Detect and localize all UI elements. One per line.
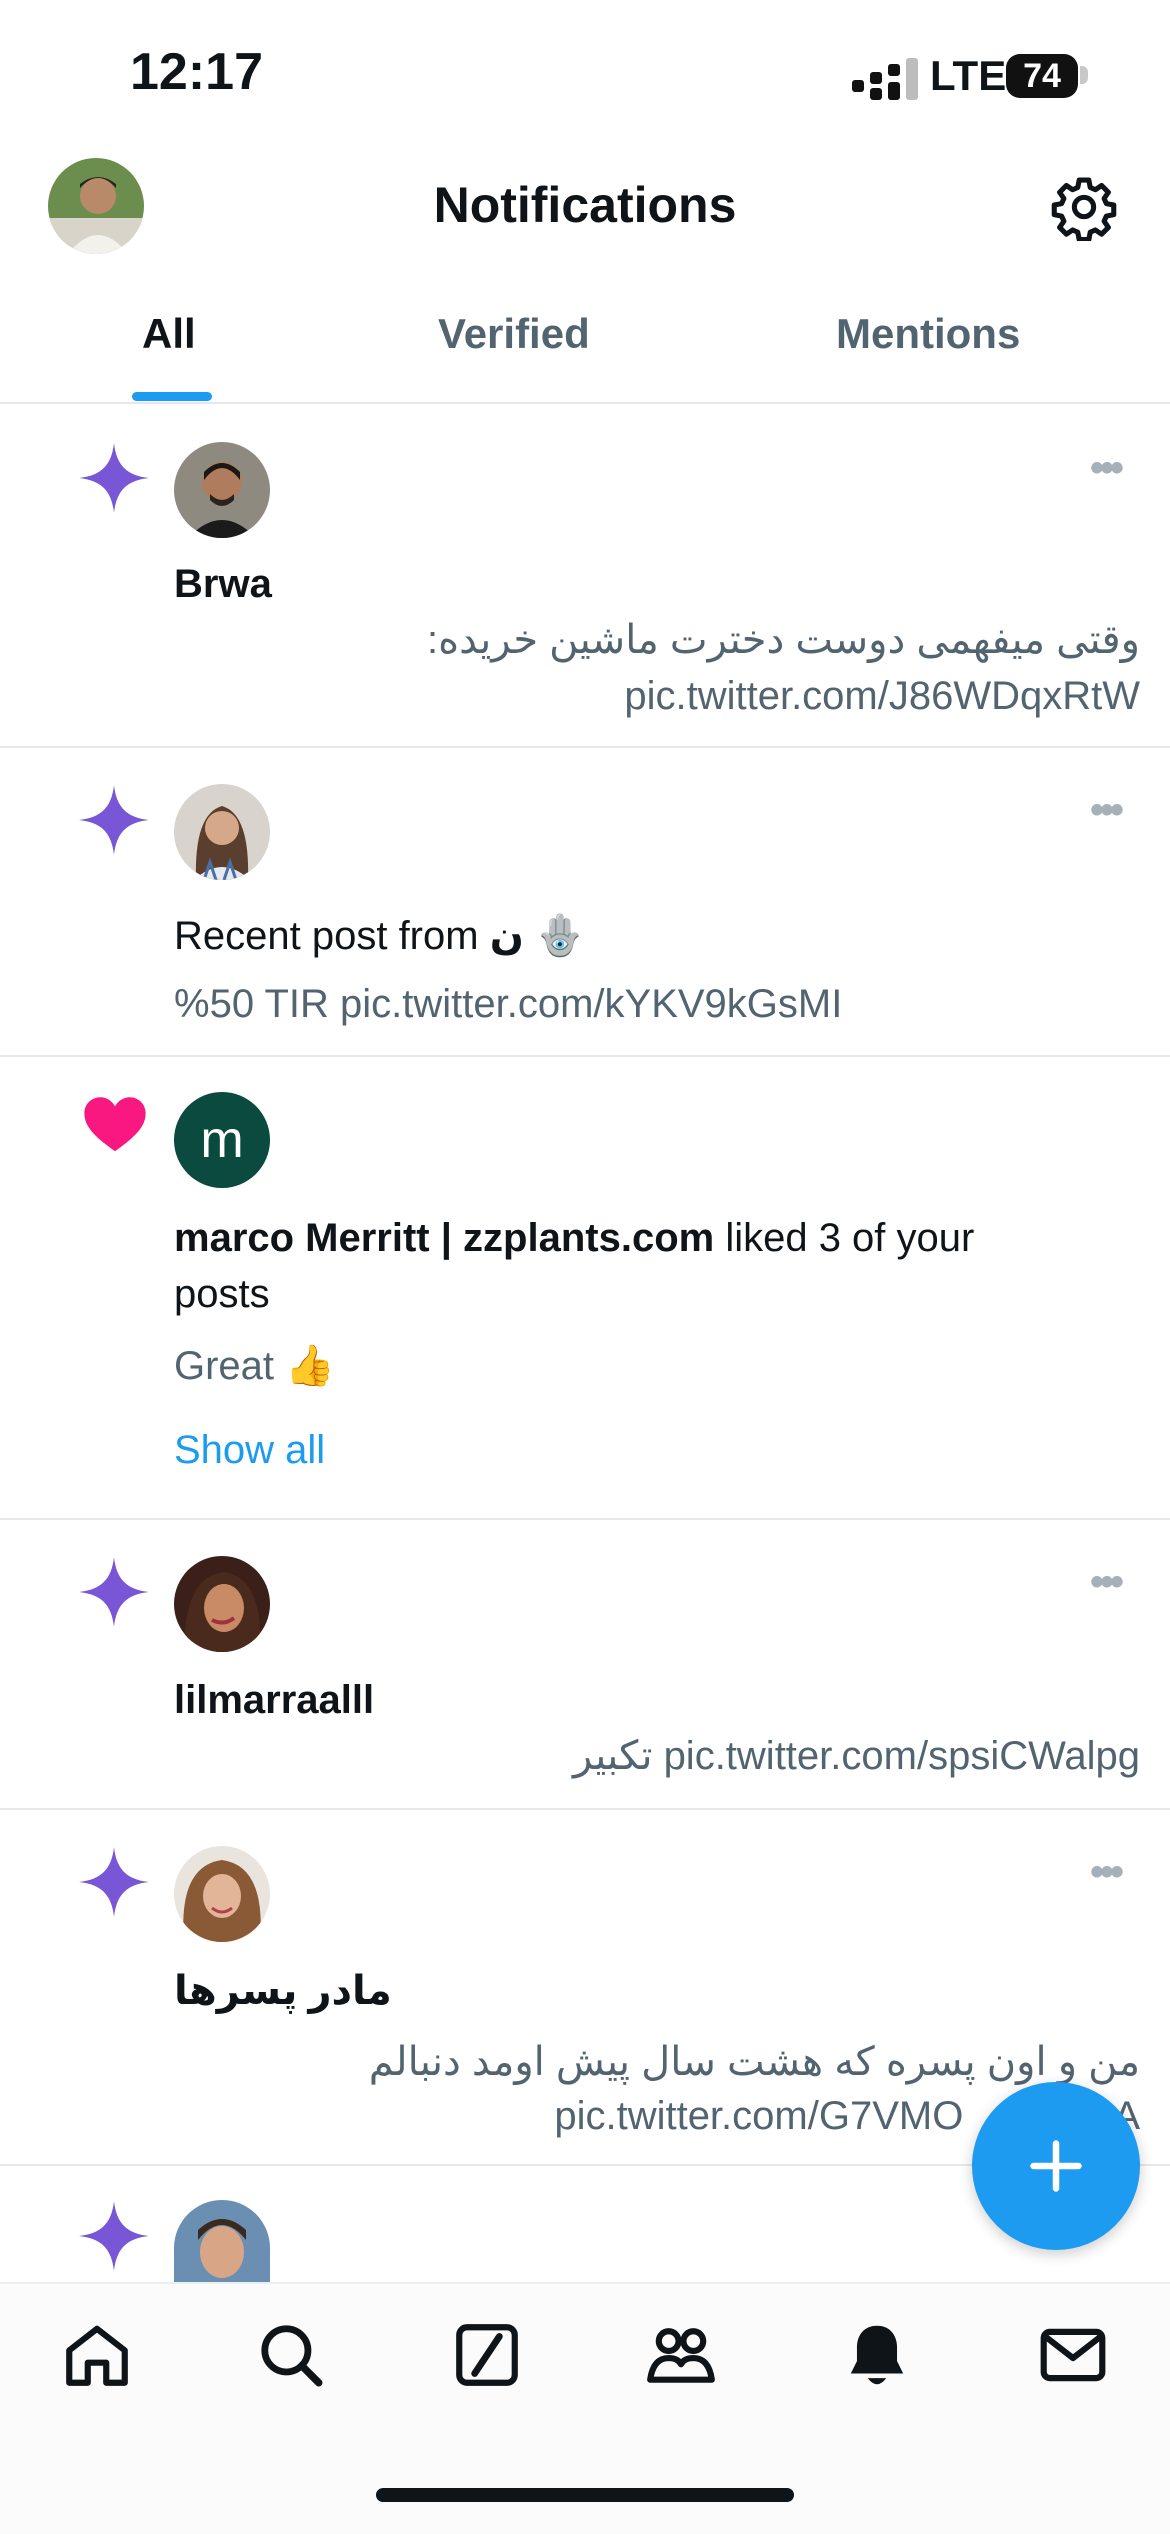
divider xyxy=(0,1055,1170,1057)
post-link[interactable]: pic.twitter.com/J86WDqxRtW xyxy=(240,668,1140,724)
active-tab-indicator xyxy=(132,392,212,401)
divider xyxy=(0,1518,1170,1520)
heart-icon xyxy=(84,1097,146,1152)
post-text[interactable]: pic.twitter.com/spsiCWalpg تکبیر xyxy=(240,1728,1140,1784)
sparkle-icon xyxy=(79,1847,149,1917)
battery-indicator: 74 xyxy=(1006,54,1078,98)
user-name[interactable]: Brwa xyxy=(174,562,272,607)
tab-mentions[interactable]: Mentions xyxy=(836,310,1020,358)
messages-icon[interactable] xyxy=(1036,2318,1110,2392)
settings-gear-icon[interactable] xyxy=(1050,173,1118,241)
user-name[interactable]: marco Merritt | zzplants.com xyxy=(174,1216,714,1260)
avatar[interactable] xyxy=(174,1846,270,1942)
post-text: وقتی میفهمی دوست دخترت ماشین خریده: xyxy=(427,618,1140,662)
avatar[interactable] xyxy=(174,2200,270,2282)
thumbs-up-emoji: 👍 xyxy=(285,1344,335,1388)
signal-icon xyxy=(852,58,918,100)
home-indicator xyxy=(376,2488,794,2502)
sparkle-icon xyxy=(79,785,149,855)
divider xyxy=(0,746,1170,748)
user-name[interactable]: ن xyxy=(490,914,524,958)
recent-post-prefix: Recent post from xyxy=(174,914,479,958)
like-summary: marco Merritt | zzplants.com liked 3 of … xyxy=(174,1210,1074,1322)
communities-icon[interactable] xyxy=(644,2318,718,2392)
more-options-icon[interactable]: ••• xyxy=(1090,1560,1124,1605)
divider xyxy=(0,402,1170,404)
hamsa-emoji: 🪬 xyxy=(534,914,585,958)
show-all-link[interactable]: Show all xyxy=(174,1422,325,1478)
home-icon[interactable] xyxy=(60,2318,134,2392)
like-action: liked 3 of your xyxy=(714,1216,975,1260)
sparkle-icon xyxy=(79,2201,149,2271)
battery-tip xyxy=(1080,66,1088,84)
recent-post-heading: Recent post from ن 🪬 xyxy=(174,908,585,964)
notifications-bell-icon[interactable] xyxy=(840,2318,914,2392)
avatar[interactable] xyxy=(174,784,270,880)
user-name[interactable]: مادر پسرها xyxy=(174,1968,392,2014)
user-name[interactable]: lilmarraalll xyxy=(174,1678,374,1723)
compose-square-icon[interactable] xyxy=(450,2318,524,2392)
avatar[interactable]: m xyxy=(174,1092,270,1188)
network-label: LTE xyxy=(930,52,1007,99)
tab-verified[interactable]: Verified xyxy=(438,310,590,358)
post-link-visible[interactable]: pic.twitter.com/G7VMO xyxy=(554,2094,963,2138)
page-title: Notifications xyxy=(433,177,737,233)
sparkle-icon xyxy=(79,1557,149,1627)
tab-all[interactable]: All xyxy=(142,310,196,358)
avatar[interactable] xyxy=(174,442,270,538)
post-text: Great xyxy=(174,1344,275,1388)
avatar[interactable] xyxy=(174,1556,270,1652)
more-options-icon[interactable]: ••• xyxy=(1090,446,1124,491)
post-text: من و اون پسره که هشت سال پیش اومد دنبالم xyxy=(368,2040,1140,2084)
search-icon[interactable] xyxy=(254,2318,328,2392)
divider xyxy=(0,1808,1170,1810)
more-options-icon[interactable]: ••• xyxy=(1090,788,1124,833)
compose-fab-button[interactable] xyxy=(972,2082,1140,2250)
sparkle-icon xyxy=(79,443,149,513)
more-options-icon[interactable]: ••• xyxy=(1090,1850,1124,1895)
like-action-continued: posts xyxy=(174,1272,270,1316)
plus-icon xyxy=(1030,2140,1082,2192)
post-text[interactable]: %50 TIR pic.twitter.com/kYKV9kGsMI xyxy=(174,976,842,1032)
liked-post-text: Great 👍 xyxy=(174,1338,335,1394)
status-time: 12:17 xyxy=(130,43,263,101)
